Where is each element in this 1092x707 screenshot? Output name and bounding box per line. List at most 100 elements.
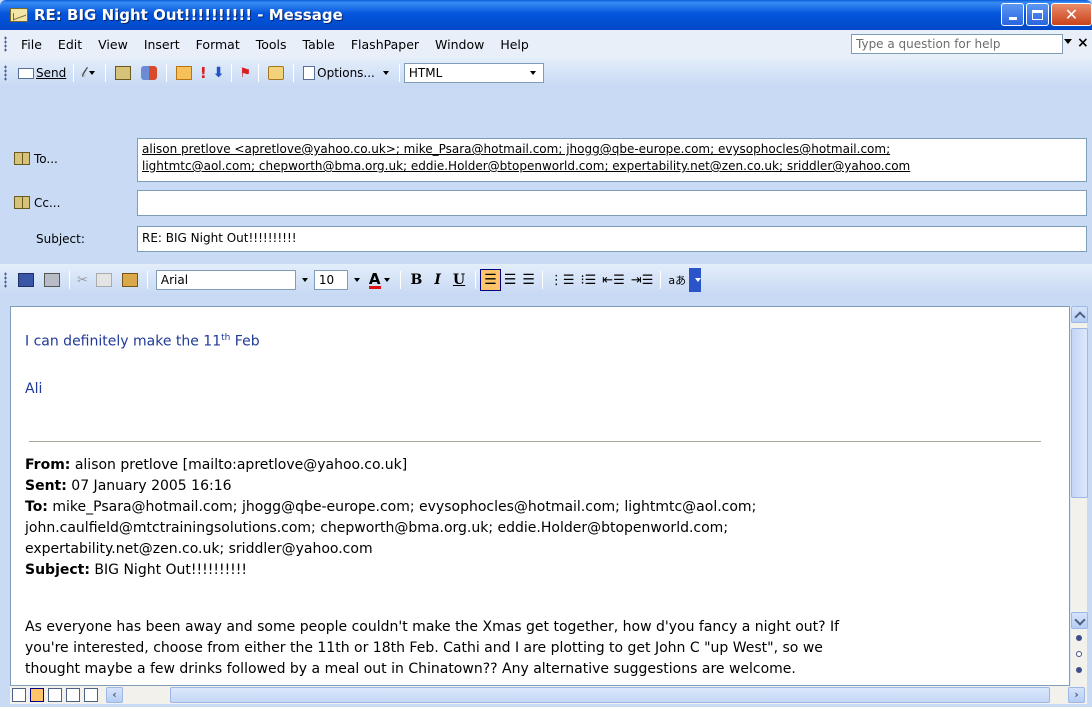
- vertical-scroll-thumb[interactable]: [1071, 328, 1088, 498]
- select-browse-object-icon[interactable]: [1076, 651, 1082, 657]
- menu-tools[interactable]: Tools: [248, 37, 295, 52]
- chevron-down-icon[interactable]: [301, 278, 308, 282]
- menu-format[interactable]: Format: [188, 37, 248, 52]
- quoted-paragraph-line-1: As everyone has been away and some peopl…: [25, 619, 840, 635]
- to-button[interactable]: To...: [10, 146, 128, 172]
- scroll-left-button[interactable]: ‹: [106, 687, 123, 703]
- cc-button[interactable]: Cc...: [10, 190, 128, 216]
- bullets-button[interactable]: ⁝☰: [577, 269, 599, 291]
- insert-file-button[interactable]: [171, 62, 197, 84]
- save-button[interactable]: [13, 269, 39, 291]
- help-dropdown-icon[interactable]: [1064, 39, 1072, 44]
- cc-field[interactable]: [137, 190, 1087, 216]
- numbering-button[interactable]: ⋮☰: [547, 269, 578, 291]
- toolbar-separator: [399, 271, 401, 289]
- previous-object-icon[interactable]: [1076, 635, 1082, 641]
- follow-up-flag-button[interactable]: ⚑: [236, 62, 254, 84]
- message-body[interactable]: I can definitely make the 11th Feb Ali F…: [10, 306, 1070, 686]
- minimize-button[interactable]: [1001, 3, 1024, 26]
- high-importance-button[interactable]: !: [197, 62, 210, 84]
- scroll-down-button[interactable]: [1071, 612, 1088, 629]
- font-select[interactable]: Arial: [155, 270, 296, 290]
- low-importance-button[interactable]: ⬇: [210, 62, 228, 84]
- address-book-icon: [14, 152, 30, 165]
- cut-button[interactable]: ✂: [74, 269, 91, 291]
- align-right-button[interactable]: ☰: [519, 269, 538, 291]
- message-format-select[interactable]: HTML: [403, 63, 544, 83]
- quoted-sent-value: 07 January 2005 16:16: [66, 478, 232, 494]
- align-right-icon: ☰: [522, 272, 535, 288]
- horizontal-scrollbar[interactable]: ‹ ›: [10, 686, 1087, 704]
- normal-view-icon[interactable]: [12, 688, 26, 702]
- help-search-input[interactable]: Type a question for help: [851, 34, 1063, 54]
- copy-button[interactable]: [91, 269, 117, 291]
- italic-button[interactable]: I: [428, 272, 447, 288]
- align-left-button[interactable]: ☰: [480, 269, 501, 291]
- increase-indent-icon: ⇥☰: [630, 272, 654, 288]
- menu-insert[interactable]: Insert: [136, 37, 188, 52]
- attach-button[interactable]: 𝓁: [78, 62, 101, 84]
- print-layout-view-icon[interactable]: [48, 688, 62, 702]
- permission-button[interactable]: [263, 62, 289, 84]
- scroll-up-button[interactable]: [1071, 306, 1088, 323]
- increase-indent-button[interactable]: ⇥☰: [628, 269, 657, 291]
- underline-button[interactable]: U: [447, 272, 471, 288]
- toolbar-grip[interactable]: [4, 65, 7, 81]
- check-names-icon: [140, 66, 157, 80]
- bold-button[interactable]: B: [405, 272, 429, 288]
- address-book-icon: [14, 196, 30, 209]
- send-icon: [18, 67, 34, 79]
- menu-edit[interactable]: Edit: [50, 37, 90, 52]
- font-color-button[interactable]: A: [366, 269, 396, 291]
- phonetic-guide-button[interactable]: aあ: [665, 269, 689, 291]
- to-field[interactable]: alison pretlove <apretlove@yahoo.co.uk>;…: [137, 138, 1087, 182]
- folder-icon: [268, 66, 285, 80]
- exclamation-icon: !: [199, 64, 207, 82]
- paste-button[interactable]: [117, 269, 143, 291]
- toolbar-separator: [293, 64, 295, 82]
- toolbar-separator: [165, 64, 167, 82]
- chevron-down-icon[interactable]: [88, 71, 95, 75]
- next-object-icon[interactable]: [1076, 667, 1082, 673]
- send-button[interactable]: Send: [13, 62, 69, 84]
- reply-signature: Ali: [25, 381, 43, 397]
- phonetic-guide-icon: aあ: [668, 274, 687, 287]
- close-button[interactable]: ✕: [1051, 3, 1092, 26]
- close-document-icon[interactable]: ×: [1077, 35, 1089, 51]
- chevron-down-icon[interactable]: [353, 278, 360, 282]
- address-book-button[interactable]: [110, 62, 136, 84]
- subject-field[interactable]: RE: BIG Night Out!!!!!!!!!!: [137, 226, 1087, 252]
- menu-file[interactable]: File: [13, 37, 50, 52]
- to-recipients-2: lightmtc@aol.com; chepworth@bma.org.uk; …: [142, 159, 911, 173]
- chevron-down-icon[interactable]: [383, 278, 390, 282]
- decrease-indent-button[interactable]: ⇤☰: [599, 269, 628, 291]
- envelope-icon: [10, 8, 28, 22]
- title-bar[interactable]: RE: BIG Night Out!!!!!!!!!! - Message ✕: [0, 0, 1092, 30]
- font-size-select[interactable]: 10: [313, 270, 348, 290]
- web-layout-view-icon[interactable]: [30, 688, 44, 702]
- check-names-button[interactable]: [136, 62, 162, 84]
- chevron-down-icon[interactable]: [382, 71, 389, 75]
- menu-table[interactable]: Table: [295, 37, 343, 52]
- maximize-button[interactable]: [1026, 3, 1049, 26]
- quoted-sent-label: Sent:: [25, 478, 67, 494]
- reading-layout-view-icon[interactable]: [84, 688, 98, 702]
- minimize-icon: [1008, 17, 1017, 20]
- quoted-to-label: To:: [25, 499, 48, 515]
- horizontal-scroll-thumb[interactable]: [170, 687, 1050, 703]
- scroll-right-button[interactable]: ›: [1068, 687, 1085, 703]
- align-center-button[interactable]: ☰: [501, 269, 520, 291]
- chevron-down-icon[interactable]: [529, 71, 536, 75]
- toolbar-options-button[interactable]: [689, 268, 702, 292]
- outline-view-icon[interactable]: [66, 688, 80, 702]
- quoted-paragraph-line-2: you're interested, choose from either th…: [25, 640, 823, 656]
- menu-window[interactable]: Window: [427, 37, 492, 52]
- vertical-scrollbar[interactable]: [1070, 306, 1088, 686]
- menu-view[interactable]: View: [90, 37, 136, 52]
- menu-help[interactable]: Help: [492, 37, 537, 52]
- options-button[interactable]: Options...: [298, 62, 395, 84]
- toolbar-grip[interactable]: [4, 272, 7, 288]
- print-button[interactable]: [39, 269, 65, 291]
- menu-flashpaper[interactable]: FlashPaper: [343, 37, 427, 52]
- toolbar-grip[interactable]: [4, 36, 7, 52]
